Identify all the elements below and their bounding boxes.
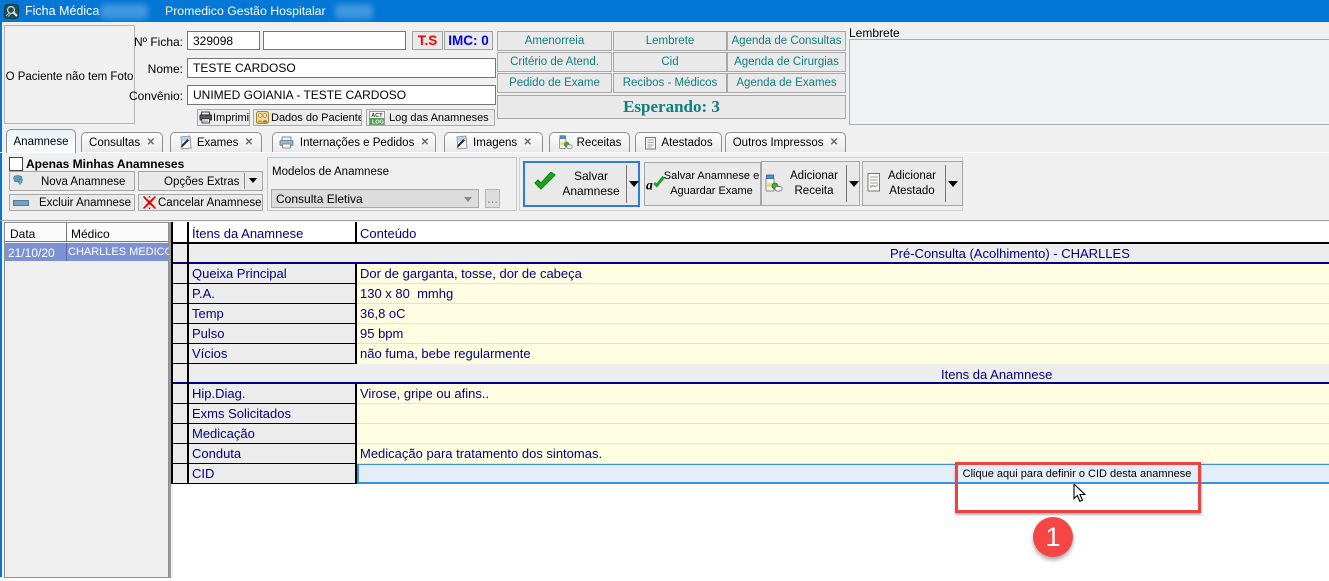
svg-text:a: a (646, 177, 653, 192)
svg-text:LOG: LOG (372, 119, 384, 124)
